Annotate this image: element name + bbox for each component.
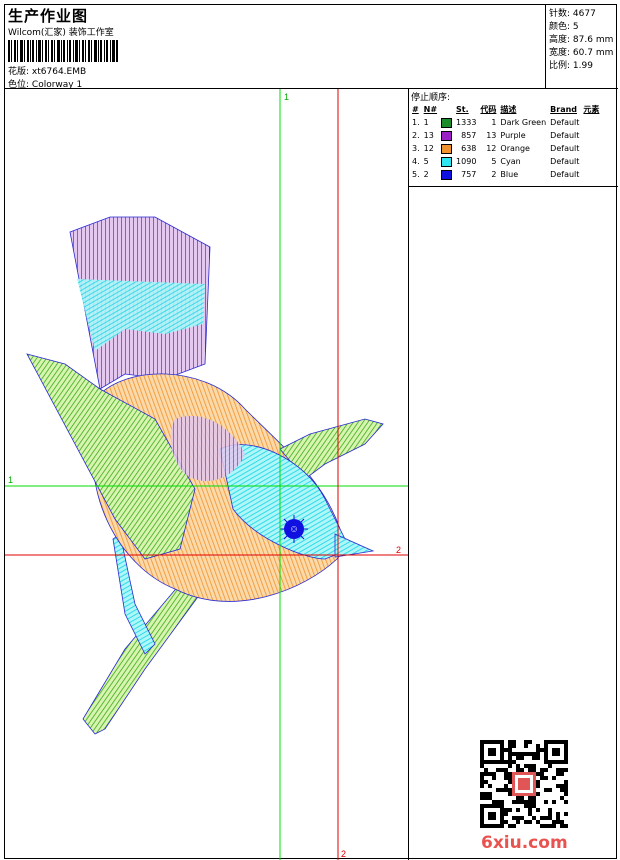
color-sequence-table: # N# St. 代码 描述 Brand 元素 1. 1 1333 1 Dark Gre…: [410, 103, 601, 181]
design-canvas: 1 1 2 2: [5, 89, 409, 860]
watermark: 6xiu.com: [481, 833, 568, 853]
barcode-icon: [8, 40, 118, 62]
guide-label-v2: 2: [341, 849, 346, 859]
page-title: 生产作业图: [8, 7, 89, 25]
table-row: 2. 13 857 13 Purple Default: [410, 129, 601, 142]
row-code: 5: [491, 157, 497, 166]
guide-label-h2: 2: [396, 545, 401, 555]
color-swatch: [439, 155, 454, 168]
stitch-count: 针数: 4677: [549, 9, 596, 19]
row-description: Purple: [500, 131, 526, 140]
table-row: 4. 5 1090 5 Cyan Default: [410, 155, 601, 168]
guide-label-v1: 1: [284, 92, 289, 102]
row-index: 5.: [412, 170, 420, 179]
row-description: Dark Green: [500, 118, 547, 127]
row-description: Blue: [500, 170, 519, 179]
stats-panel: 针数: 4677 颜色: 5 高度: 87.6 mm 宽度: 60.7 mm 比…: [546, 5, 618, 89]
row-stitches: 638: [461, 144, 477, 153]
row-stitches: 1333: [456, 118, 477, 127]
design-label: 花版:: [8, 67, 30, 77]
design-value: xt6764.EMB: [31, 67, 87, 77]
design-height: 高度: 87.6 mm: [549, 35, 614, 45]
table-row: 1. 1 1333 1 Dark Green Default: [410, 116, 601, 129]
row-brand: Default: [550, 118, 580, 127]
row-brand: Default: [550, 144, 580, 153]
row-element: [581, 142, 601, 155]
row-code: 13: [486, 131, 497, 140]
row-element: [581, 116, 601, 129]
design-scale: 比例: 1.99: [549, 61, 593, 71]
header-needle: N#: [423, 105, 438, 114]
row-code: 1: [491, 118, 497, 127]
header-brand: Brand: [550, 105, 578, 114]
production-worksheet: 生产作业图 Wilcom(汇家) 装饰工作室 花版: xt6764.EMB 色位…: [4, 4, 618, 860]
color-swatch-icon: [441, 156, 453, 167]
row-needle: 1: [423, 118, 429, 127]
row-brand: Default: [550, 157, 580, 166]
color-swatch: [439, 129, 454, 142]
header-panel: 生产作业图 Wilcom(汇家) 装饰工作室 花版: xt6764.EMB 色位…: [5, 5, 546, 90]
row-element: [581, 168, 601, 181]
table-header-row: # N# St. 代码 描述 Brand 元素: [410, 103, 601, 116]
header-index: #: [412, 105, 419, 114]
stop-sequence-panel: 停止顺序: # N# St. 代码 描述 Brand 元素 1. 1 1333 1 Da…: [409, 89, 618, 187]
row-index: 4.: [412, 157, 420, 166]
color-swatch-icon: [441, 130, 453, 141]
design-file: 花版: xt6764.EMB: [8, 64, 86, 77]
color-swatch-icon: [441, 143, 453, 154]
row-index: 2.: [412, 131, 420, 140]
stop-sequence-caption: 停止顺序:: [411, 93, 451, 103]
row-stitches: 757: [461, 170, 477, 179]
row-element: [581, 129, 601, 142]
row-stitches: 857: [461, 131, 477, 140]
header-color-swatch: [439, 103, 454, 116]
table-row: 5. 2 757 2 Blue Default: [410, 168, 601, 181]
bird-beak: [334, 533, 375, 558]
row-description: Orange: [500, 144, 530, 153]
color-count: 颜色: 5: [549, 22, 579, 32]
row-needle: 12: [423, 144, 434, 153]
design-width: 宽度: 60.7 mm: [549, 48, 614, 58]
header-description: 描述: [500, 105, 517, 114]
row-element: [581, 155, 601, 168]
branch-shape: [82, 583, 201, 735]
row-code: 2: [491, 170, 497, 179]
color-swatch: [439, 142, 454, 155]
qr-code-icon: [480, 740, 568, 828]
row-needle: 2: [423, 170, 429, 179]
table-row: 3. 12 638 12 Orange Default: [410, 142, 601, 155]
color-swatch: [439, 168, 454, 181]
row-needle: 5: [423, 157, 429, 166]
row-index: 1.: [412, 118, 420, 127]
color-swatch-icon: [441, 117, 453, 128]
row-needle: 13: [423, 131, 434, 140]
header-code: 代码: [480, 105, 497, 114]
row-index: 3.: [412, 144, 420, 153]
embroidery-preview: 1 1 2 2: [5, 89, 408, 860]
header-element: 元素: [583, 105, 600, 114]
row-stitches: 1090: [456, 157, 477, 166]
row-description: Cyan: [500, 157, 521, 166]
color-swatch: [439, 116, 454, 129]
color-swatch-icon: [441, 169, 453, 180]
company-name: Wilcom(汇家) 装饰工作室: [8, 28, 114, 38]
row-code: 12: [486, 144, 497, 153]
row-brand: Default: [550, 170, 580, 179]
guide-label-h1: 1: [8, 475, 13, 485]
header-stitches: St.: [456, 105, 469, 114]
row-brand: Default: [550, 131, 580, 140]
